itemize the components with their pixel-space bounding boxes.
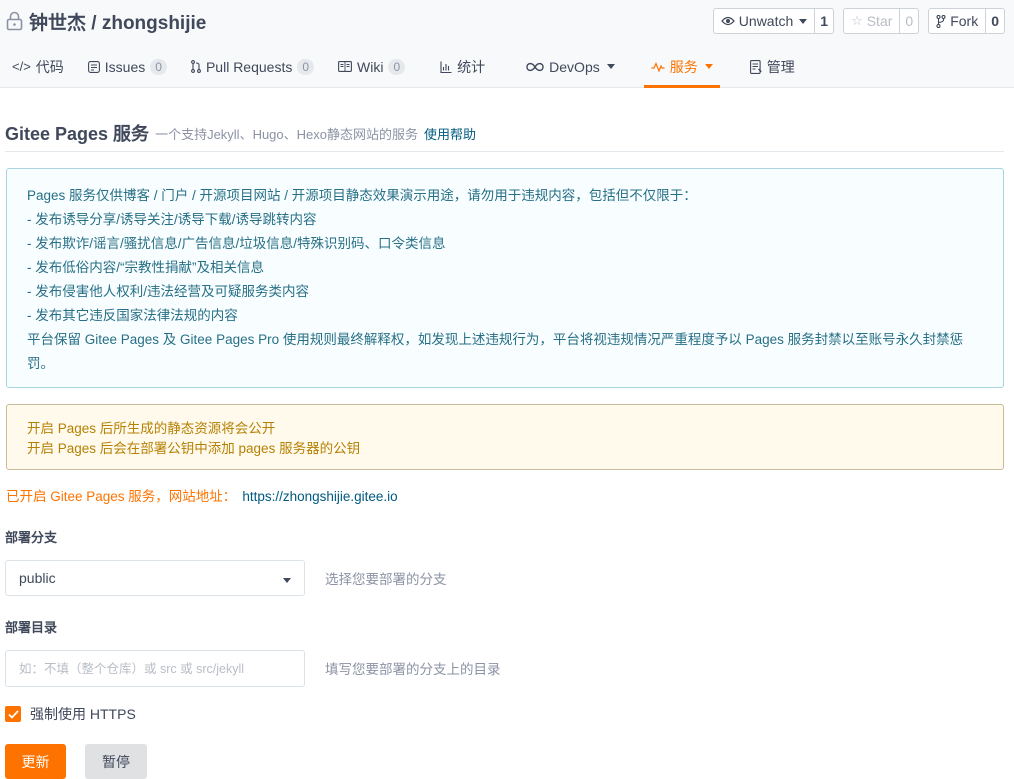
tab-label: 统计 xyxy=(457,58,486,75)
help-link[interactable]: 使用帮助 xyxy=(424,124,476,143)
star-button-group: ☆ Star 0 xyxy=(843,8,920,34)
fork-label: Fork xyxy=(950,13,979,29)
notice-line: - 发布其它违反国家法律法规的内容 xyxy=(27,308,238,323)
repo-actions: Unwatch 1 ☆ Star 0 Fork 0 xyxy=(712,8,1005,34)
pause-button[interactable]: 暂停 xyxy=(85,744,147,779)
tab-devops[interactable]: DevOps xyxy=(497,45,627,88)
tab-issues[interactable]: Issues 0 xyxy=(76,45,179,88)
fork-count[interactable]: 0 xyxy=(986,9,1004,33)
chevron-down-icon xyxy=(283,577,291,583)
notice-line: 平台保留 Gitee Pages 及 Gitee Pages Pro 使用规则最… xyxy=(27,332,964,371)
branch-hint: 选择您要部署的分支 xyxy=(325,572,447,587)
tab-label: 代码 xyxy=(35,58,64,75)
notice-line: - 发布侵害他人权利/违法经营及可疑服务类内容 xyxy=(27,284,309,299)
tab-label: 服务 xyxy=(669,58,698,75)
chevron-down-icon xyxy=(704,64,713,69)
pulse-icon xyxy=(651,61,665,72)
update-button[interactable]: 更新 xyxy=(5,744,66,779)
directory-label: 部署目录 xyxy=(5,620,58,635)
chevron-down-icon xyxy=(799,18,808,24)
page-header: Gitee Pages 服务 一个支持Jekyll、Hugo、Hexo静态网站的… xyxy=(5,115,1004,152)
pages-status: 已开启 Gitee Pages 服务，网站地址： https://zhongshi… xyxy=(6,485,398,505)
notice-line: - 发布诱导分享/诱导关注/诱导下载/诱导跳转内容 xyxy=(27,212,317,227)
tab-label: DevOps xyxy=(549,58,600,75)
directory-hint: 填写您要部署的分支上的目录 xyxy=(325,662,501,677)
fork-icon xyxy=(936,14,946,28)
manage-icon xyxy=(749,59,762,74)
star-button[interactable]: ☆ Star xyxy=(844,9,901,33)
pull-requests-count-badge: 0 xyxy=(297,58,315,75)
pages-warning: 开启 Pages 后所生成的静态资源将会公开 开启 Pages 后会在部署公钥中… xyxy=(6,404,1004,470)
page-subtitle: 一个支持Jekyll、Hugo、Hexo静态网站的服务 xyxy=(155,126,418,142)
force-https-row: 强制使用 HTTPS xyxy=(5,704,136,724)
status-text: 已开启 Gitee Pages 服务，网站地址： xyxy=(6,489,237,504)
force-https-checkbox[interactable] xyxy=(5,706,21,722)
issues-icon xyxy=(87,60,100,73)
tab-label: Pull Requests xyxy=(205,58,293,75)
tab-pull-requests[interactable]: Pull Requests 0 xyxy=(179,45,326,88)
stats-icon xyxy=(440,61,452,73)
star-count[interactable]: 0 xyxy=(900,9,918,33)
repo-name[interactable]: 钟世杰 / zhongshijie xyxy=(29,8,206,35)
directory-input[interactable] xyxy=(5,650,305,687)
page-title: Gitee Pages 服务 xyxy=(5,124,150,144)
notice-line: Pages 服务仅供博客 / 门户 / 开源项目网站 / 开源项目静态效果演示用… xyxy=(27,188,697,203)
check-icon xyxy=(7,709,19,719)
unwatch-button-group: Unwatch 1 xyxy=(712,8,835,34)
warning-line: 开启 Pages 后会在部署公钥中添加 pages 服务器的公钥 xyxy=(27,441,361,456)
tab-label: Issues xyxy=(104,58,146,75)
branch-label: 部署分支 xyxy=(5,530,58,545)
wiki-icon xyxy=(338,61,352,72)
star-icon: ☆ xyxy=(851,13,863,28)
eye-icon xyxy=(720,16,735,26)
pull-request-icon xyxy=(191,60,201,73)
usage-policy-notice: Pages 服务仅供博客 / 门户 / 开源项目网站 / 开源项目静态效果演示用… xyxy=(6,168,1004,388)
notice-line: - 发布欺诈/谣言/骚扰信息/广告信息/垃圾信息/特殊识别码、口令类信息 xyxy=(27,236,446,251)
watch-count[interactable]: 1 xyxy=(815,9,833,33)
star-label: Star xyxy=(866,13,893,29)
repo-title: 钟世杰 / zhongshijie xyxy=(6,8,206,34)
tab-label: Wiki xyxy=(357,58,384,75)
issues-count-badge: 0 xyxy=(150,58,167,75)
unwatch-label: Unwatch xyxy=(738,13,794,29)
repo-tabs: </> 代码 Issues 0 Pull Requests 0 Wiki 0 统… xyxy=(0,45,807,88)
site-url-link[interactable]: https://zhongshijie.gitee.io xyxy=(242,489,397,504)
wiki-count-badge: 0 xyxy=(388,58,406,75)
tab-code[interactable]: </> 代码 xyxy=(0,45,76,88)
notice-line: - 发布低俗内容/“宗教性捐献”及相关信息 xyxy=(27,260,264,275)
chevron-down-icon xyxy=(606,64,615,69)
code-icon: </> xyxy=(12,59,31,74)
repo-header: 钟世杰 / zhongshijie Unwatch 1 ☆ Star 0 For… xyxy=(0,0,1014,88)
tab-services[interactable]: 服务 xyxy=(643,45,720,88)
warning-line: 开启 Pages 后所生成的静态资源将会公开 xyxy=(27,421,276,436)
branch-select[interactable]: public xyxy=(5,560,305,596)
devops-icon xyxy=(526,62,544,71)
branch-select-value: public xyxy=(19,570,56,586)
tab-wiki[interactable]: Wiki 0 xyxy=(326,45,417,88)
fork-button[interactable]: Fork xyxy=(929,9,987,33)
tab-label: 管理 xyxy=(766,58,795,75)
force-https-label[interactable]: 强制使用 HTTPS xyxy=(30,704,136,724)
tab-stats[interactable]: 统计 xyxy=(417,45,497,88)
tab-manage[interactable]: 管理 xyxy=(738,45,807,88)
lock-icon xyxy=(6,11,23,31)
fork-button-group: Fork 0 xyxy=(928,8,1005,34)
unwatch-button[interactable]: Unwatch xyxy=(714,9,816,33)
